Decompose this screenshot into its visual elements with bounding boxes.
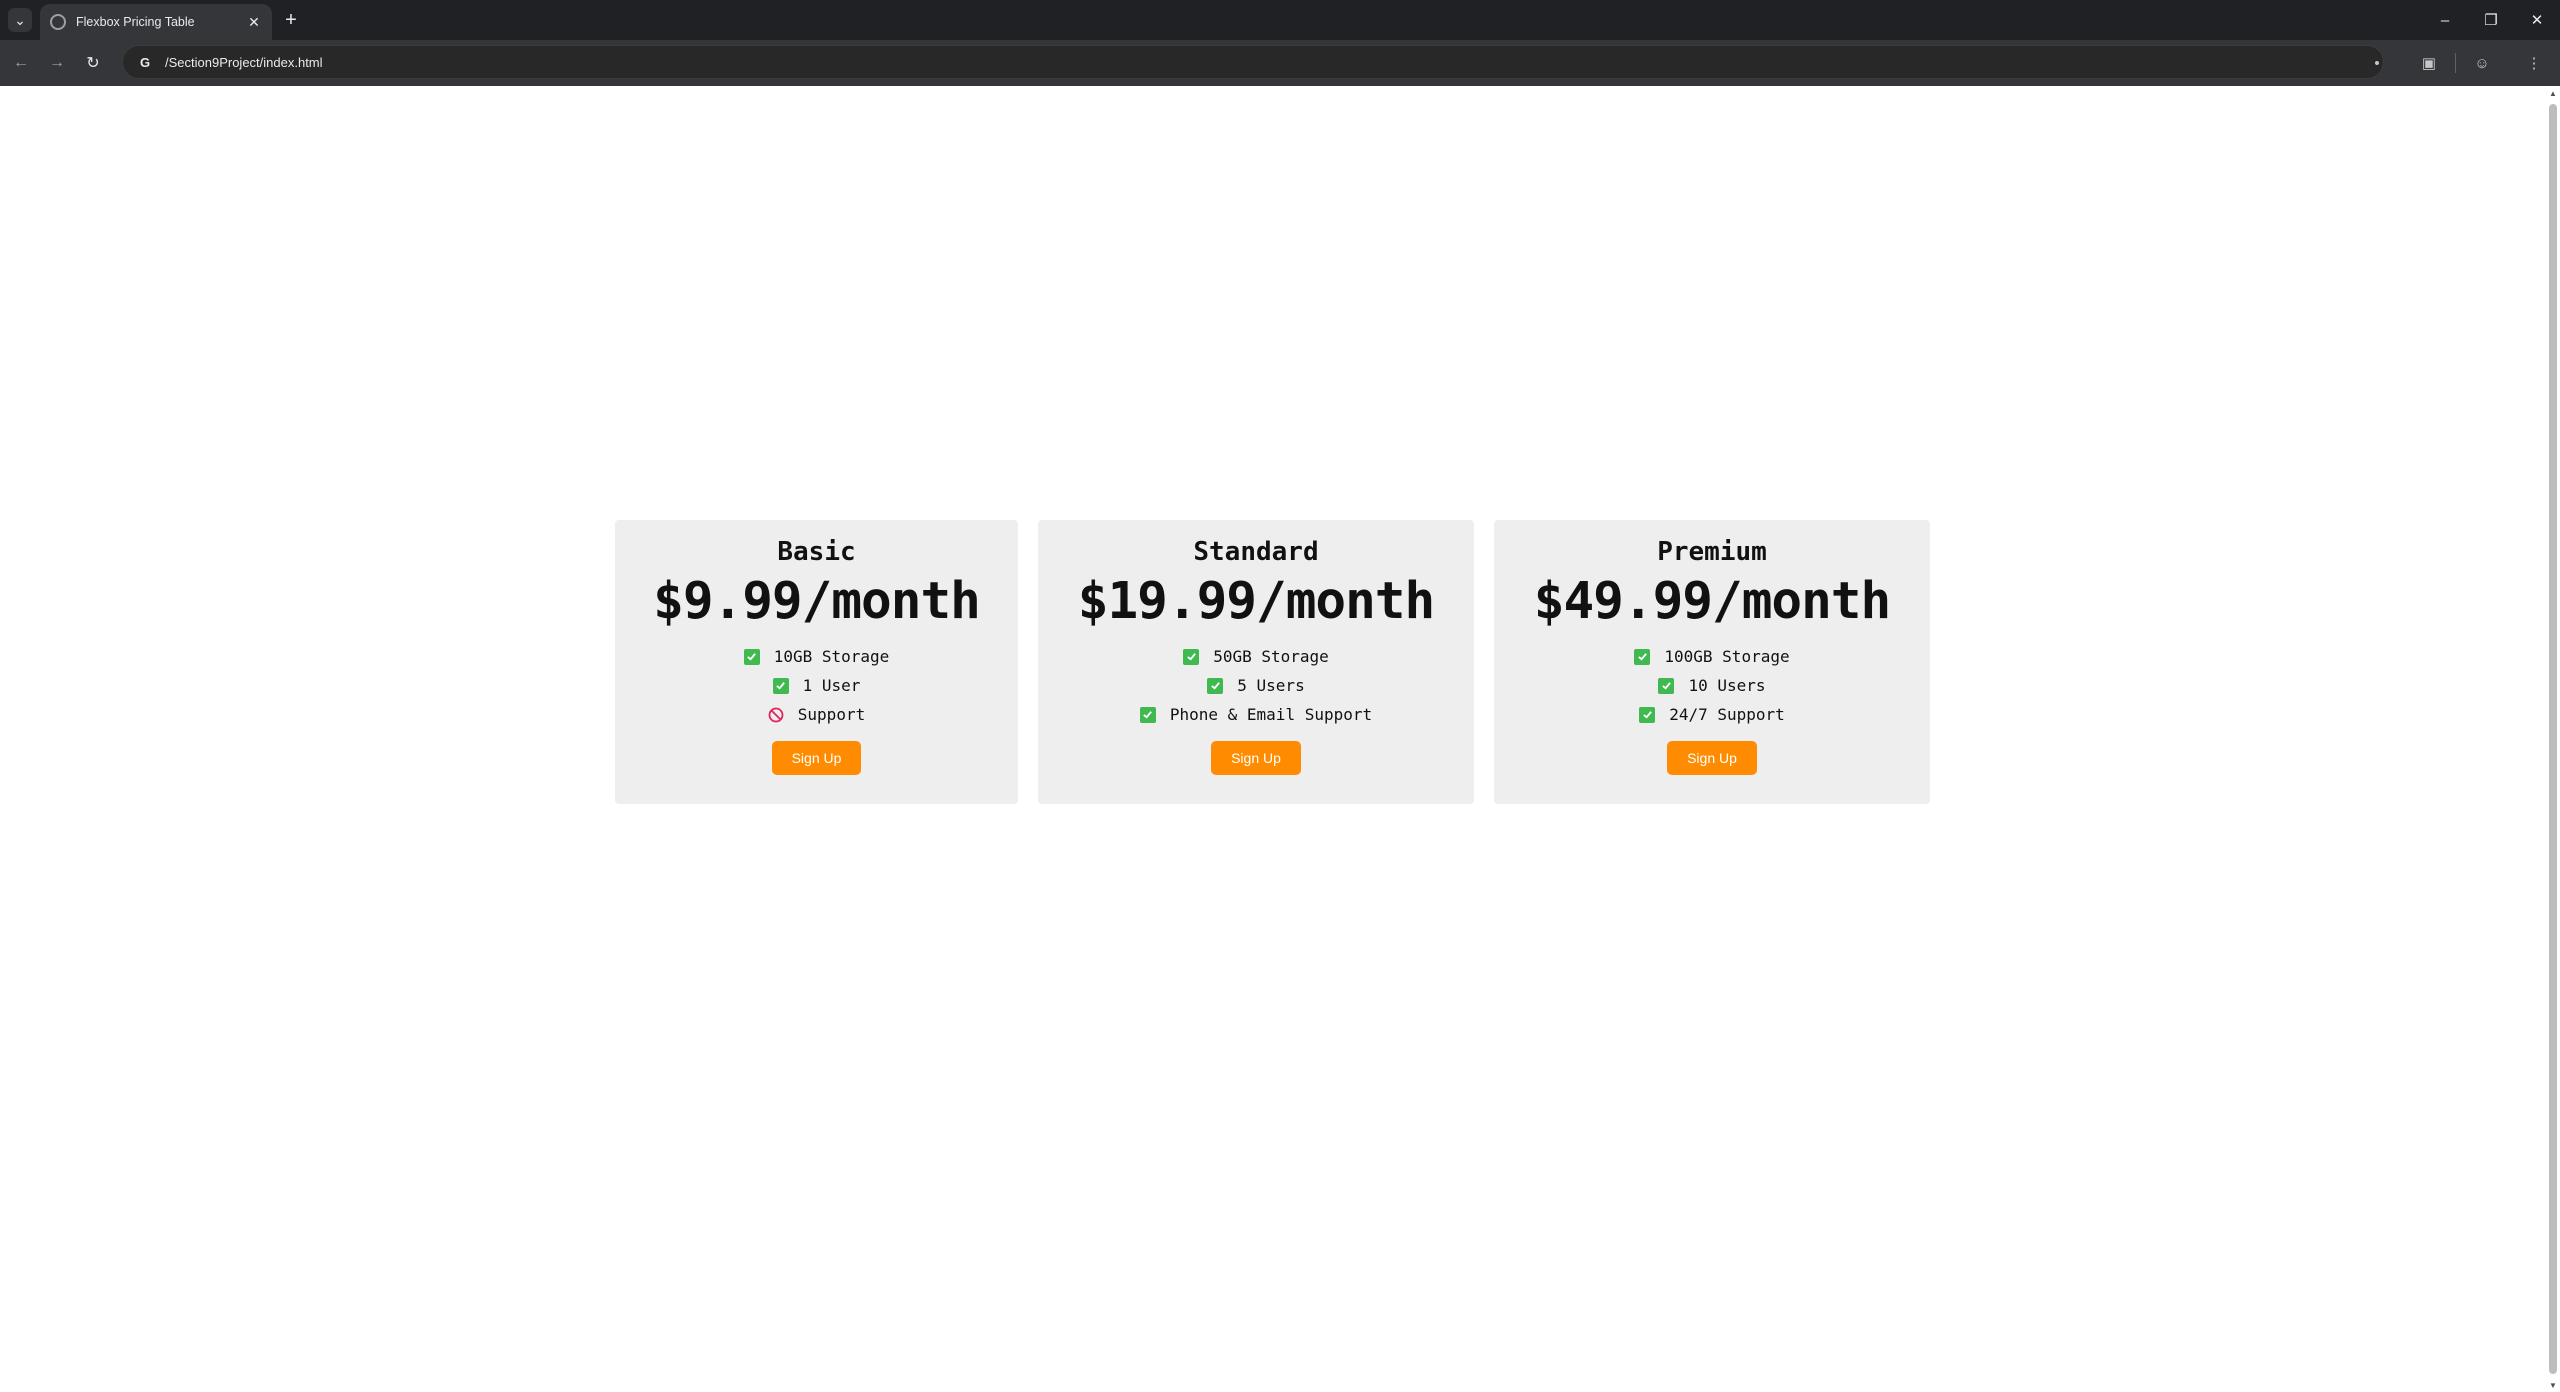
browser-chrome: ⌄ Flexbox Pricing Table ✕ + – ❐ ✕ ← → ↻ … [0, 0, 2560, 86]
browser-toolbar: ← → ↻ G /Section9Project/index.html • ▣ … [0, 40, 2560, 86]
extensions-puzzle-icon[interactable]: ▣ [2414, 48, 2444, 78]
feature-text: Phone & Email Support [1169, 705, 1373, 724]
tab-title: Flexbox Pricing Table [76, 15, 195, 29]
window-close-icon[interactable]: ✕ [2514, 0, 2560, 40]
profile-avatar-icon[interactable]: ☺ [2467, 48, 2497, 78]
check-icon [1207, 677, 1224, 694]
menu-kebab-icon[interactable]: ⋮ [2519, 48, 2549, 78]
check-icon [743, 648, 760, 665]
feature-text: 1 User [802, 676, 861, 695]
plan-price: $49.99/month [1533, 572, 1891, 631]
plan-price: $19.99/month [1077, 572, 1435, 631]
plan-price: $9.99/month [653, 572, 981, 631]
forward-arrow-icon[interactable]: → [44, 50, 70, 76]
scrollbar-thumb[interactable] [2549, 104, 2557, 1374]
feature-item: 50GB Storage [1183, 642, 1329, 671]
feature-item: Phone & Email Support [1139, 700, 1373, 729]
sign-up-button[interactable]: Sign Up [1667, 741, 1757, 775]
check-icon [1139, 706, 1156, 723]
pricing-card-standard: Standard $19.99/month 50GB Storage 5 Use… [1038, 520, 1474, 804]
feature-text: 50GB Storage [1213, 647, 1329, 666]
feature-text: 10GB Storage [773, 647, 890, 666]
pricing-card-basic: Basic $9.99/month 10GB Storage 1 User Su… [615, 520, 1018, 804]
sign-up-button[interactable]: Sign Up [771, 741, 862, 775]
feature-item: 1 User [772, 671, 861, 700]
scroll-up-arrow-icon[interactable]: ▲ [2548, 88, 2558, 98]
window-controls: – ❐ ✕ [2422, 0, 2560, 40]
scroll-down-arrow-icon[interactable]: ▼ [2548, 1380, 2558, 1390]
restore-icon[interactable]: ❐ [2468, 0, 2514, 40]
close-icon[interactable]: ✕ [244, 12, 264, 32]
sign-up-button[interactable]: Sign Up [1211, 741, 1301, 775]
toolbar-actions: • ▣ ☺ ⋮ [2351, 48, 2560, 78]
address-bar[interactable]: G /Section9Project/index.html [122, 45, 2384, 79]
feature-list: 100GB Storage 10 Users 24/7 Support [1634, 642, 1790, 729]
pricing-table: Basic $9.99/month 10GB Storage 1 User Su… [615, 520, 1930, 804]
feature-text: Support [797, 705, 866, 724]
feature-text: 5 Users [1237, 676, 1305, 695]
toolbar-divider [2455, 53, 2456, 73]
check-icon [1658, 677, 1675, 694]
tab-strip: ⌄ Flexbox Pricing Table ✕ + – ❐ ✕ [0, 0, 2560, 40]
lens-icon[interactable]: • [2362, 48, 2392, 78]
feature-item: 10 Users [1658, 671, 1766, 700]
url-text[interactable]: /Section9Project/index.html [165, 55, 323, 70]
feature-item: 5 Users [1207, 671, 1305, 700]
check-icon [772, 677, 789, 694]
pricing-card-premium: Premium $49.99/month 100GB Storage 10 Us… [1494, 520, 1930, 804]
plan-name: Premium [1657, 537, 1767, 567]
no-entry-icon [768, 707, 784, 723]
feature-text: 10 Users [1688, 676, 1766, 695]
feature-item: 24/7 Support [1639, 700, 1785, 729]
tab-search-chevron-icon[interactable]: ⌄ [8, 8, 32, 32]
check-icon [1634, 648, 1651, 665]
feature-list: 50GB Storage 5 Users Phone & Email Suppo… [1139, 642, 1373, 729]
feature-list: 10GB Storage 1 User Support [743, 642, 890, 729]
check-icon [1639, 706, 1656, 723]
feature-text: 24/7 Support [1669, 705, 1785, 724]
globe-icon [50, 14, 66, 30]
plan-name: Standard [1193, 537, 1319, 567]
back-arrow-icon[interactable]: ← [8, 50, 34, 76]
new-tab-plus-icon[interactable]: + [280, 9, 302, 31]
reload-icon[interactable]: ↻ [80, 50, 106, 76]
browser-tab[interactable]: Flexbox Pricing Table ✕ [40, 4, 272, 40]
google-g-icon: G [139, 54, 151, 70]
plan-name: Basic [777, 537, 856, 567]
vertical-scrollbar[interactable]: ▲ ▼ [2546, 86, 2560, 1392]
feature-item: 100GB Storage [1634, 642, 1790, 671]
feature-item: 10GB Storage [743, 642, 890, 671]
check-icon [1183, 648, 1200, 665]
feature-text: 100GB Storage [1664, 647, 1790, 666]
minimize-icon[interactable]: – [2422, 0, 2468, 40]
feature-item: Support [768, 700, 865, 729]
